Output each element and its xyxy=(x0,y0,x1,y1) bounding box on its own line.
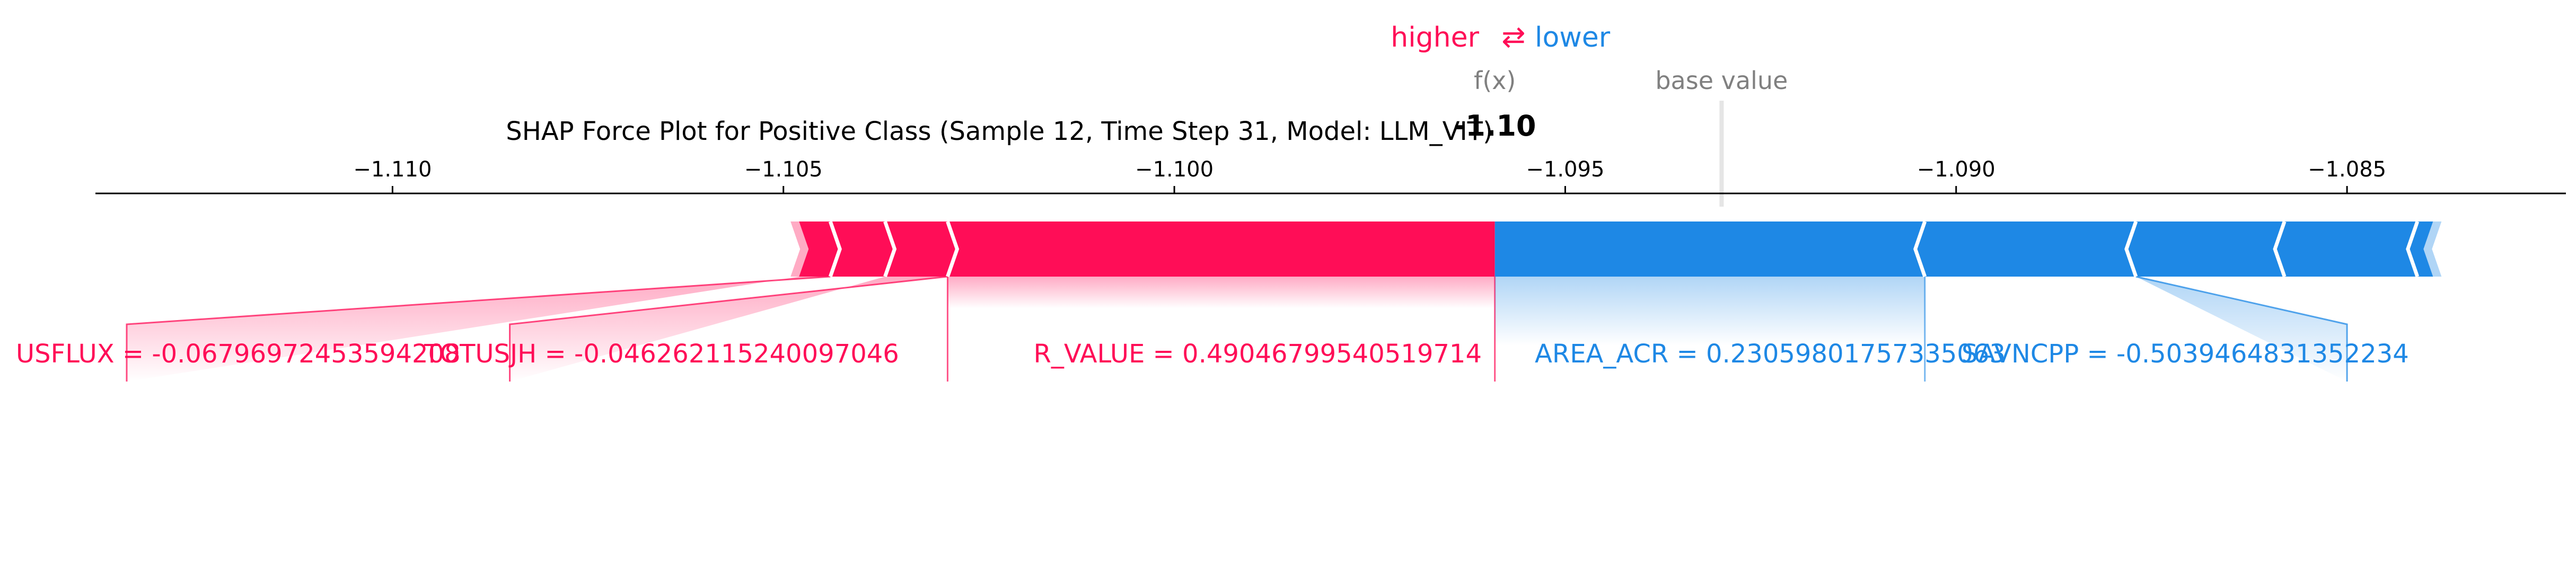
negative-bar xyxy=(1915,221,2136,277)
feature-label-savncpp: SAVNCPP = -0.5039464831352234 xyxy=(1962,339,2409,369)
force-bars xyxy=(790,220,2442,278)
shap-force-plot: higher ⇄ lower f(x) base value -1.10 SHA… xyxy=(16,20,2566,382)
base-value-label: base value xyxy=(1655,66,1788,95)
tick-label: −1.090 xyxy=(1917,157,1995,182)
feature-labels: USFLUX = -0.06796972453594208TOTUSJH = -… xyxy=(16,339,2409,369)
tick-label: −1.085 xyxy=(2308,157,2386,182)
positive-bar xyxy=(947,221,1495,277)
negative-bar xyxy=(1494,221,1925,277)
tick-label: −1.105 xyxy=(744,157,823,182)
negative-bar xyxy=(2275,221,2417,277)
feature-label-r-value: R_VALUE = 0.49046799540519714 xyxy=(1034,339,1482,369)
pos-guide-rvalue-fill xyxy=(947,277,1495,308)
feature-label-totusjh: TOTUSJH = -0.046262115240097046 xyxy=(424,339,899,369)
chart-title: SHAP Force Plot for Positive Class (Samp… xyxy=(506,117,1492,146)
tick-label: −1.100 xyxy=(1135,157,1214,182)
neg-guide-area-fill xyxy=(1494,277,1925,345)
negative-bar xyxy=(2126,221,2285,277)
legend-higher: higher xyxy=(1391,22,1479,54)
tick-label: −1.095 xyxy=(1526,157,1604,182)
feature-label-usflux: USFLUX = -0.06796972453594208 xyxy=(16,339,461,369)
x-axis: −1.110 −1.105 −1.100 −1.095 −1.090 −1.085 xyxy=(95,157,2566,194)
legend-arrow-icon: ⇄ xyxy=(1501,20,1525,54)
feature-label-area-acr: AREA_ACR = 0.23059801757335063 xyxy=(1535,339,2006,369)
legend: higher ⇄ lower xyxy=(1391,20,1611,54)
fx-label: f(x) xyxy=(1474,66,1516,95)
tick-label: −1.110 xyxy=(353,157,432,182)
legend-lower: lower xyxy=(1535,22,1611,54)
